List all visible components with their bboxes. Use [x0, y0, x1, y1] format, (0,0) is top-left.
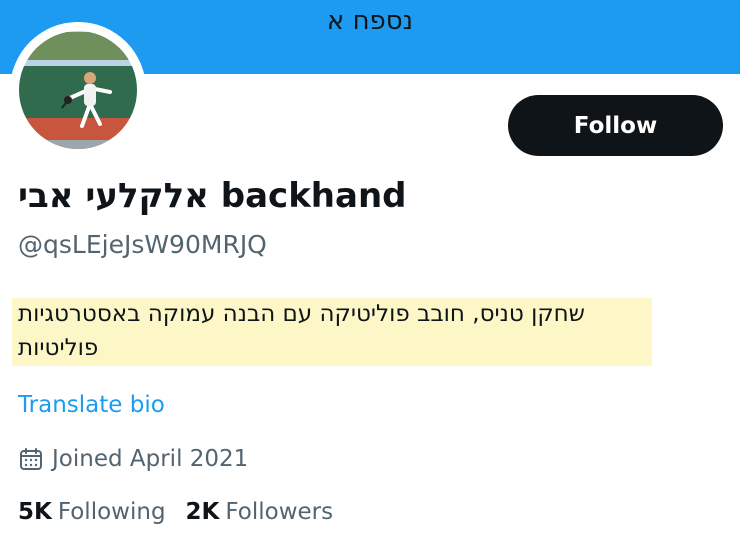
followers-label: Followers: [225, 499, 334, 525]
following-label: Following: [57, 499, 166, 525]
following-link[interactable]: 5K Following: [18, 499, 166, 525]
translate-bio-link[interactable]: Translate bio: [18, 392, 165, 418]
bio-line-2: פוליטיות: [18, 335, 99, 361]
following-count: 5K: [18, 499, 52, 525]
joined-date: Joined April 2021: [18, 446, 248, 472]
user-handle: @qsLEjeJsW90MRJQ: [18, 230, 267, 259]
avatar-photo: [10, 22, 146, 158]
bio-line-1: שחקן טניס, חובב פוליטיקה עם הבנה עמוקה ב…: [18, 301, 585, 327]
display-name: אלקלעי אבי backhand: [18, 176, 407, 216]
avatar[interactable]: [10, 22, 146, 158]
follow-stats: 5K Following 2K Followers: [18, 499, 353, 525]
calendar-icon: [18, 446, 44, 472]
followers-link[interactable]: 2K Followers: [186, 499, 334, 525]
joined-text: Joined April 2021: [52, 446, 249, 472]
follow-button[interactable]: Follow: [508, 95, 723, 156]
followers-count: 2K: [185, 499, 220, 525]
bio: שחקן טניס, חובב פוליטיקה עם הבנה עמוקה ב…: [18, 297, 650, 365]
